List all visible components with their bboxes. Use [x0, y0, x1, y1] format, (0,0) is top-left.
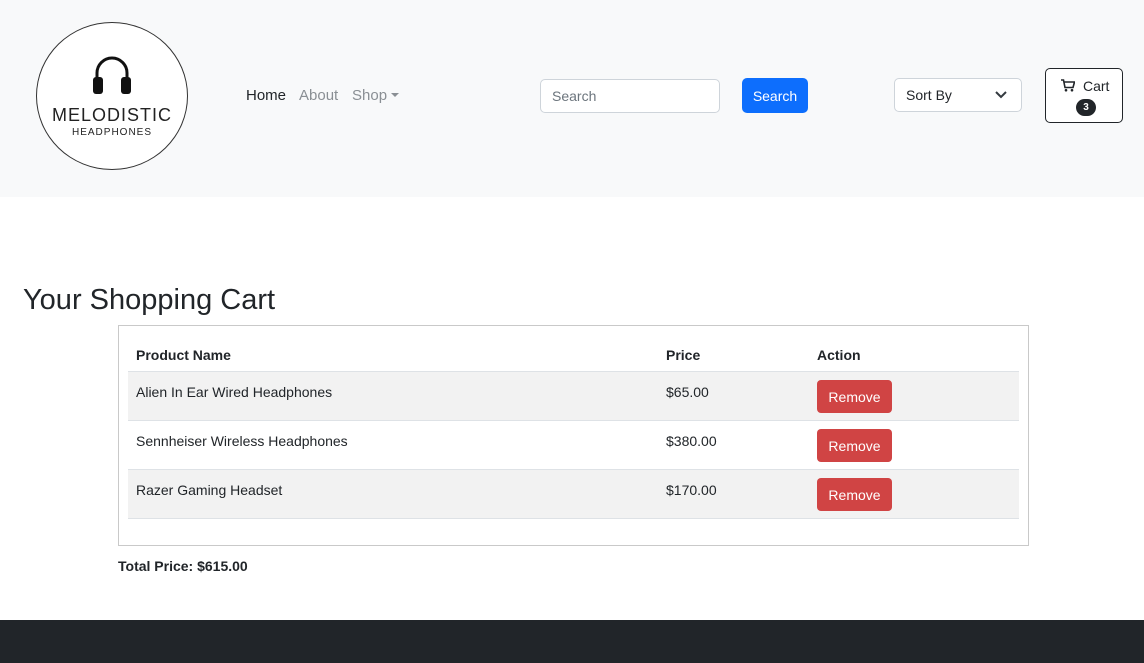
- caret-down-icon: [391, 93, 400, 97]
- page-title: Your Shopping Cart: [23, 284, 276, 316]
- nav-about-link[interactable]: About: [299, 87, 338, 104]
- headphones-icon: [93, 56, 131, 94]
- brand-name: MELODISTIC: [51, 105, 172, 125]
- search-button[interactable]: Search: [742, 78, 808, 113]
- column-header-price: Price: [658, 338, 809, 372]
- sort-selected-value: Sort By: [906, 87, 952, 103]
- brand-tagline: HEADPHONES: [71, 127, 152, 138]
- price-cell: $170.00: [658, 469, 809, 519]
- remove-button[interactable]: Remove: [817, 380, 892, 413]
- cart-table-container: Product Name Price Action Alien In Ear W…: [118, 325, 1029, 546]
- product-name-cell: Sennheiser Wireless Headphones: [128, 420, 658, 470]
- sort-select[interactable]: Sort By: [894, 78, 1022, 112]
- nav-home-link[interactable]: Home: [246, 87, 286, 104]
- cart-table: Product Name Price Action Alien In Ear W…: [128, 338, 1019, 519]
- product-name-cell: Alien In Ear Wired Headphones: [128, 371, 658, 421]
- chevron-down-icon: [995, 91, 1007, 99]
- table-row: Sennheiser Wireless Headphones $380.00 R…: [128, 420, 1019, 470]
- nav-shop-label: Shop: [352, 87, 388, 104]
- price-cell: $380.00: [658, 420, 809, 470]
- total-price: Total Price: $615.00: [118, 558, 248, 574]
- table-row: Razer Gaming Headset $170.00 Remove: [128, 469, 1019, 519]
- price-cell: $65.00: [658, 371, 809, 421]
- column-header-action: Action: [809, 338, 1019, 372]
- action-cell: Remove: [809, 420, 1019, 470]
- column-header-product: Product Name: [128, 338, 658, 372]
- footer: [0, 620, 1144, 663]
- cart-label: Cart: [1083, 78, 1110, 94]
- action-cell: Remove: [809, 469, 1019, 519]
- remove-button[interactable]: Remove: [817, 478, 892, 511]
- cart-icon: [1061, 79, 1075, 92]
- action-cell: Remove: [809, 371, 1019, 421]
- product-name-cell: Razer Gaming Headset: [128, 469, 658, 519]
- cart-button[interactable]: Cart 3: [1045, 68, 1123, 123]
- search-input[interactable]: [540, 79, 720, 113]
- cart-count-badge: 3: [1076, 99, 1096, 116]
- remove-button[interactable]: Remove: [817, 429, 892, 462]
- navbar: MELODISTIC HEADPHONES Home About Shop Se…: [0, 0, 1144, 197]
- brand-logo[interactable]: MELODISTIC HEADPHONES: [36, 22, 188, 170]
- table-row: Alien In Ear Wired Headphones $65.00 Rem…: [128, 371, 1019, 421]
- table-header-row: Product Name Price Action: [128, 338, 1019, 372]
- nav-shop-dropdown[interactable]: Shop: [352, 87, 400, 104]
